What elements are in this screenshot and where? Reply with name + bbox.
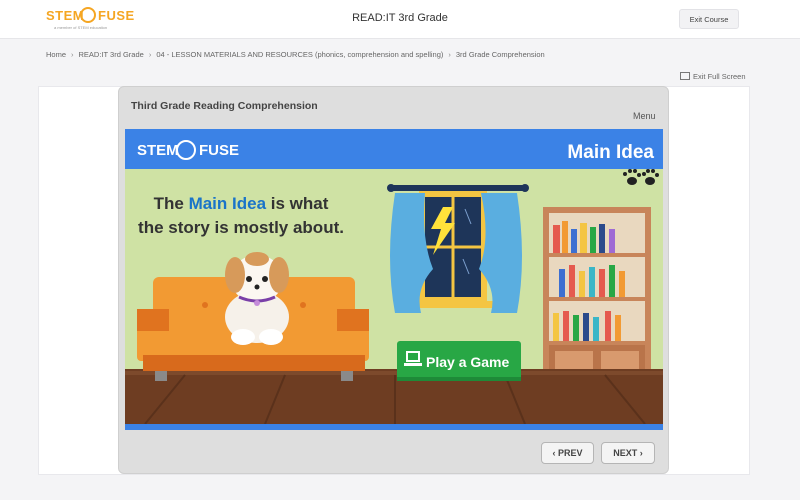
main-idea-sentence-line1: The Main Idea is what [154,194,329,213]
player-title: Third Grade Reading Comprehension [131,100,318,112]
breadcrumb-lesson[interactable]: 3rd Grade Comprehension [456,50,545,59]
fullscreen-icon [680,72,690,80]
exit-full-screen-label: Exit Full Screen [693,72,746,81]
exit-full-screen-link[interactable]: Exit Full Screen [680,72,746,81]
slide-stage: STEM FUSE Main Idea The Main Idea is wha… [125,129,663,430]
main-idea-sentence-line2: the story is mostly about. [138,218,344,237]
breadcrumb: Home › READ:IT 3rd Grade › 04 - LESSON MATER… [46,50,545,59]
chevron-right-icon: › [148,50,152,59]
menu-button[interactable]: Menu [633,111,656,121]
slide-heading: Main Idea [567,142,654,163]
sentence-highlight: Main Idea [189,194,267,213]
slide-logo-stem: STEM [137,142,179,159]
puppy-illustration [225,252,289,345]
play-a-game-button[interactable]: Play a Game [397,341,521,381]
exit-course-button[interactable]: Exit Course [679,9,739,29]
chevron-right-icon: › [71,50,74,59]
play-a-game-label: Play a Game [426,354,509,370]
next-button[interactable]: NEXT › [601,442,655,464]
logo-tagline: a member of STEM education [54,25,108,30]
sentence-part-2: is what [266,194,329,213]
slide-bottom-bar [125,424,663,430]
next-label: NEXT [613,448,638,458]
top-bar: STEM FUSE a member of STEM education REA… [0,0,800,39]
breadcrumb-home[interactable]: Home [46,50,66,59]
slide-scene: STEM FUSE Main Idea The Main Idea is wha… [125,129,663,430]
breadcrumb-module[interactable]: 04 - LESSON MATERIALS AND RESOURCES (pho… [156,50,443,59]
prev-button[interactable]: ‹ PREV [541,442,594,464]
prev-label: PREV [557,448,583,458]
chevron-right-icon: › [637,448,643,458]
chevron-right-icon: › [448,50,451,59]
window-illustration [387,184,529,313]
bookshelf-illustration [543,207,651,379]
sentence-part-1: The [154,194,189,213]
breadcrumb-course[interactable]: READ:IT 3rd Grade [79,50,144,59]
slide-logo-fuse: FUSE [199,142,239,159]
